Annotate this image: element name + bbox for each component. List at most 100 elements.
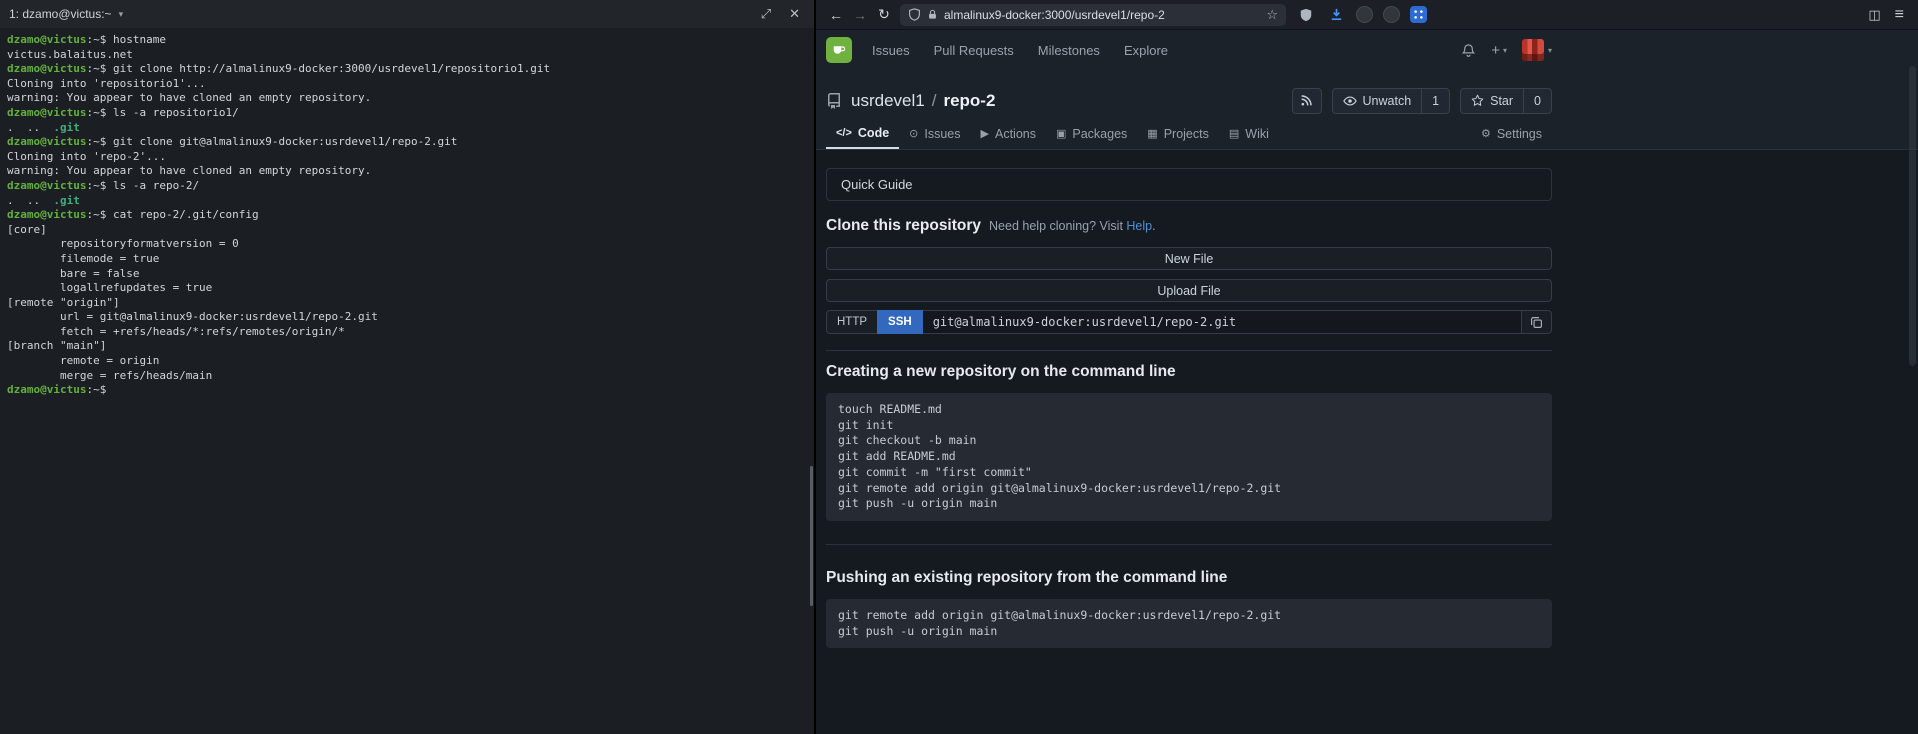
clone-help-text: Need help cloning? Visit Help. [989,219,1156,233]
gitea-logo[interactable] [826,37,852,63]
repo-owner-link[interactable]: usrdevel1 [851,91,925,111]
terminal-output[interactable]: dzamo@victus:~$ hostnamevictus.balaitus.… [0,28,814,403]
copy-url-button[interactable] [1522,310,1552,334]
star-button[interactable]: Star 0 [1460,88,1552,114]
back-button[interactable]: ← [824,4,848,26]
url-bar[interactable]: almalinux9-docker:3000/usrdevel1/repo-2 … [900,4,1286,26]
divider [826,544,1552,545]
sidebar-icon[interactable]: ◫ [1868,7,1880,23]
terminal-line: dzamo@victus:~$ cat repo-2/.git/config [7,208,807,223]
repo-header-buttons: Unwatch 1 Star 0 [1292,88,1552,114]
tab-label: Code [858,126,889,140]
nav-link-milestones[interactable]: Milestones [1038,43,1100,58]
repo-content: Quick Guide Clone this repository Need h… [816,168,1562,648]
notifications-bell-icon[interactable] [1461,43,1476,58]
code-line: git remote add origin git@almalinux9-doc… [838,608,1540,624]
code-line: git checkout -b main [838,433,1540,449]
terminal-line: remote = origin [7,354,807,369]
terminal-line: merge = refs/heads/main [7,369,807,384]
terminal-title: 1: dzamo@victus:~ [9,7,112,21]
create-repo-code-block: touch README.mdgit initgit checkout -b m… [826,393,1552,521]
browser-toolbar: ← → ↻ almalinux9-docker:3000/usrdevel1/r… [816,0,1918,30]
rss-feed-button[interactable] [1292,88,1322,114]
bookmark-star-icon[interactable]: ☆ [1266,7,1278,23]
lock-icon [927,9,938,20]
star-count[interactable]: 0 [1523,89,1551,113]
gitea-page: Issues Pull Requests Milestones Explore + ▾ [816,30,1918,734]
forward-button[interactable]: → [848,4,872,26]
page-scrollbar[interactable] [1909,66,1916,366]
tab-label: Actions [995,127,1036,141]
gear-icon: ⚙ [1481,127,1491,140]
code-line: git commit -m "first commit" [838,465,1540,481]
star-icon [1471,94,1484,107]
reload-button[interactable]: ↻ [872,4,896,26]
http-toggle-button[interactable]: HTTP [826,310,877,334]
chevron-down-icon: ▾ [1503,46,1507,55]
nav-link-pull-requests[interactable]: Pull Requests [934,43,1014,58]
code-line: git push -u origin main [838,624,1540,640]
user-menu-button[interactable]: ▾ [1522,39,1552,61]
gitea-nav-links: Issues Pull Requests Milestones Explore [872,43,1168,58]
terminal-window: 1: dzamo@victus:~ ▾ ⤢ ✕ dzamo@victus:~$ … [0,0,816,734]
terminal-line: warning: You appear to have cloned an em… [7,91,807,106]
tab-actions[interactable]: ▶ Actions [971,118,1046,149]
terminal-line: logallrefupdates = true [7,281,807,296]
tracking-protection-icon[interactable] [1296,5,1316,25]
terminal-line: Cloning into 'repo-2'... [7,150,807,165]
screen: 1: dzamo@victus:~ ▾ ⤢ ✕ dzamo@victus:~$ … [0,0,1918,734]
terminal-line: victus.balaitus.net [7,48,807,63]
code-line: git push -u origin main [838,496,1540,512]
terminal-line: [remote "origin"] [7,296,807,311]
quick-guide-box: Quick Guide [826,168,1552,201]
clone-url-input[interactable]: git@almalinux9-docker:usrdevel1/repo-2.g… [923,310,1522,334]
quick-guide-title: Quick Guide [841,177,913,192]
tab-issues[interactable]: ⊙Issues [899,118,970,149]
eye-icon [1343,94,1357,108]
nav-link-issues[interactable]: Issues [872,43,910,58]
terminal-close-button[interactable]: ✕ [789,6,800,22]
chevron-down-icon: ▾ [1548,46,1552,55]
terminal-line: dzamo@victus:~$ ls -a repositorio1/ [7,106,807,121]
extension-icon-3[interactable] [1410,6,1427,23]
nav-link-explore[interactable]: Explore [1124,43,1168,58]
terminal-scrollbar[interactable] [810,466,813,606]
terminal-line: . .. .git [7,194,807,209]
watch-count[interactable]: 1 [1421,89,1449,113]
divider [826,350,1552,351]
upload-file-button[interactable]: Upload File [826,279,1552,302]
repo-name-link[interactable]: repo-2 [943,91,995,111]
menu-icon[interactable]: ≡ [1895,6,1904,24]
gitea-navbar: Issues Pull Requests Milestones Explore + ▾ [816,30,1562,70]
ssh-toggle-button[interactable]: SSH [877,310,923,334]
actions-tab-icon: ▶ [981,127,989,140]
tab-wiki[interactable]: ▤Wiki [1219,118,1279,149]
tab-projects[interactable]: ▦Projects [1137,118,1219,149]
plus-icon: + [1491,42,1500,59]
tab-code[interactable]: </>Code [826,118,899,149]
tab-label: Issues [924,127,960,141]
terminal-line: dzamo@victus:~$ git clone git@almalinux9… [7,135,807,150]
terminal-titlebar: 1: dzamo@victus:~ ▾ ⤢ ✕ [0,0,814,28]
toolbar-right: ◫ ≡ [1868,6,1904,24]
tab-settings[interactable]: ⚙Settings [1471,118,1552,149]
terminal-line: Cloning into 'repositorio1'... [7,77,807,92]
terminal-line: warning: You appear to have cloned an em… [7,164,807,179]
tab-label: Packages [1072,127,1127,141]
download-icon[interactable] [1326,5,1346,25]
new-file-button[interactable]: New File [826,247,1552,270]
tab-packages[interactable]: ▣Packages [1046,118,1137,149]
terminal-line: repositoryformatversion = 0 [7,237,807,252]
extension-icon-1[interactable] [1356,6,1373,23]
terminal-title-caret-icon[interactable]: ▾ [119,9,124,20]
repo-header: usrdevel1 / repo-2 [816,70,1562,118]
extension-icon-2[interactable] [1383,6,1400,23]
terminal-line: [branch "main"] [7,339,807,354]
help-link[interactable]: Help [1126,219,1152,233]
copy-icon [1530,316,1543,329]
create-new-button[interactable]: + ▾ [1491,42,1507,59]
unwatch-button[interactable]: Unwatch 1 [1332,88,1451,114]
push-repo-code-block: git remote add origin git@almalinux9-doc… [826,599,1552,648]
create-repo-heading: Creating a new repository on the command… [826,363,1552,381]
terminal-resize-button[interactable]: ⤢ [761,6,771,22]
